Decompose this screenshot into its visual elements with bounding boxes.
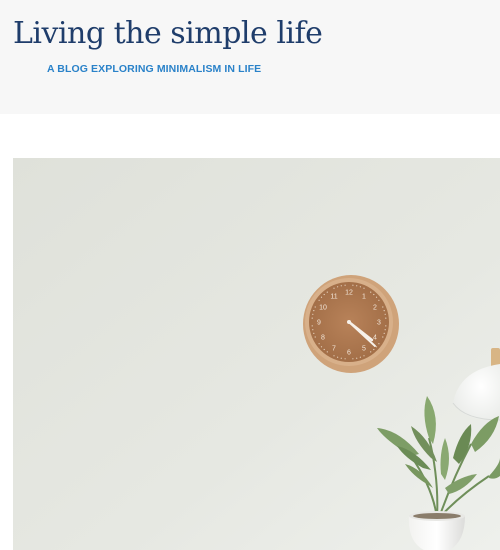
clock-tick [320, 346, 323, 348]
clock-tick [314, 306, 316, 308]
clock-numeral: 2 [373, 305, 377, 312]
clock-tick [356, 285, 358, 287]
clock-tick [375, 296, 378, 298]
clock-tick [375, 346, 378, 348]
clock-tick [382, 306, 384, 308]
clock-tick [363, 287, 365, 289]
site-header: Living the simple life A BLOG EXPLORING … [0, 0, 500, 114]
clock-tick [344, 284, 346, 286]
wall-clock: 12 12 3 45 6 78 9 1011 [303, 275, 399, 373]
hero-image: 12 1 2 3 4 5 6 7 8 9 10 11 [13, 158, 500, 550]
clock-tick [323, 293, 325, 296]
clock-tick [318, 299, 320, 301]
clock-numeral: 3 [377, 320, 381, 327]
clock-tick [383, 310, 385, 312]
clock-tick [359, 286, 361, 288]
clock-numeral: 6 [347, 350, 351, 357]
clock-tick [333, 287, 335, 289]
clock-tick [318, 343, 320, 345]
clock-numeral: 5 [362, 346, 366, 353]
clock-numeral: 8 [321, 335, 325, 342]
clock-tick [378, 299, 380, 301]
clock-tick [337, 286, 339, 288]
clock-tick [352, 284, 354, 286]
clock-tick [385, 325, 387, 327]
clock-numeral: 9 [317, 320, 321, 327]
clock-tick [373, 293, 375, 296]
clock-tick [340, 285, 342, 287]
clock-tick [384, 329, 386, 331]
clock-tick [312, 329, 314, 331]
clock-tick [382, 336, 384, 338]
clock-tick [337, 356, 339, 358]
clock-tick [323, 348, 325, 351]
clock-numeral: 10 [319, 305, 327, 312]
clock-tick [373, 348, 375, 351]
clock-tick [370, 351, 372, 353]
clock-numeral: 1 [362, 294, 366, 301]
clock-tick [359, 356, 361, 358]
clock-tick [384, 313, 386, 315]
clock-tick [352, 358, 354, 360]
clock-tick [311, 317, 313, 319]
site-title[interactable]: Living the simple life [13, 12, 323, 56]
clock-tick [340, 357, 342, 359]
hero-photo: 12 12 3 45 6 78 9 1011 [13, 158, 500, 550]
clock-tick [314, 336, 316, 338]
clock-tick [313, 310, 315, 312]
clock-tick [378, 343, 380, 345]
clock-tick [385, 317, 387, 319]
clock-numeral: 4 [373, 335, 377, 342]
clock-tick [344, 358, 346, 360]
clock-tick [326, 351, 328, 353]
clock-tick [311, 325, 313, 327]
clock-tick [383, 332, 385, 334]
site-tagline: A BLOG EXPLORING MINIMALISM IN LIFE [47, 63, 262, 75]
clock-tick [333, 355, 335, 357]
clock-tick [326, 291, 328, 293]
clock-tick [363, 355, 365, 357]
clock-tick [320, 296, 323, 298]
clock-tick [370, 291, 372, 293]
clock-numeral: 11 [330, 294, 337, 301]
clock-numeral: 7 [332, 346, 336, 353]
clock-tick [312, 313, 314, 315]
clock-tick [356, 357, 358, 359]
clock-numeral: 12 [345, 290, 353, 297]
wall-background [13, 158, 500, 550]
clock-tick [313, 332, 315, 334]
